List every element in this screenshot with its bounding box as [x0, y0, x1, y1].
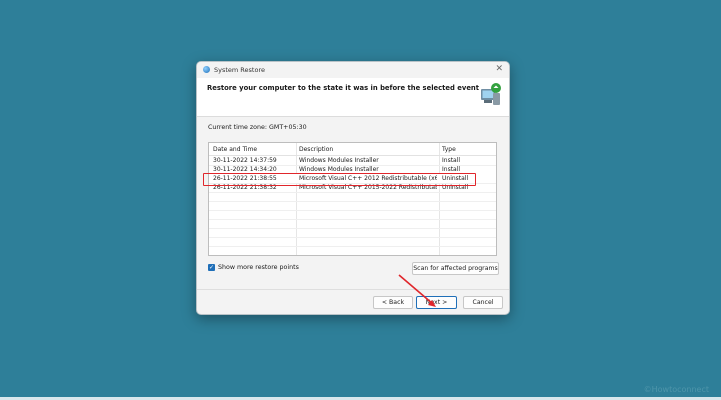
scan-affected-programs-button[interactable]: Scan for affected programs [412, 262, 499, 275]
page-title: Restore your computer to the state it wa… [207, 84, 480, 92]
column-header-type[interactable]: Type [442, 145, 456, 154]
system-restore-dialog: System Restore ✕ Restore your computer t… [196, 61, 510, 315]
row-description: Windows Modules Installer [299, 157, 379, 164]
dialog-header: Restore your computer to the state it wa… [197, 78, 509, 117]
close-icon[interactable]: ✕ [495, 64, 503, 74]
table-header: Date and Time Description Type [209, 143, 496, 156]
title-bar: System Restore ✕ [197, 62, 509, 78]
restore-points-table[interactable]: Date and Time Description Type 30-11-202… [208, 142, 497, 256]
show-more-checkbox[interactable]: ✓ [208, 264, 215, 271]
cancel-button[interactable]: Cancel [463, 296, 503, 309]
timezone-label: Current time zone: GMT+05:30 [208, 124, 307, 131]
footer-divider [197, 289, 509, 290]
watermark: ©Howtoconnect [643, 385, 709, 394]
window-title: System Restore [214, 66, 265, 74]
column-header-date[interactable]: Date and Time [213, 145, 257, 154]
selection-highlight-box [203, 173, 476, 186]
row-type: Install [442, 157, 461, 164]
next-button[interactable]: Next > [416, 296, 457, 309]
back-button[interactable]: < Back [373, 296, 413, 309]
restore-computer-icon [481, 83, 501, 105]
column-header-description[interactable]: Description [299, 145, 333, 154]
empty-row [209, 237, 496, 247]
show-more-label: Show more restore points [218, 264, 299, 271]
system-restore-icon [203, 66, 210, 73]
row-date: 30-11-2022 14:37:59 [213, 157, 277, 164]
